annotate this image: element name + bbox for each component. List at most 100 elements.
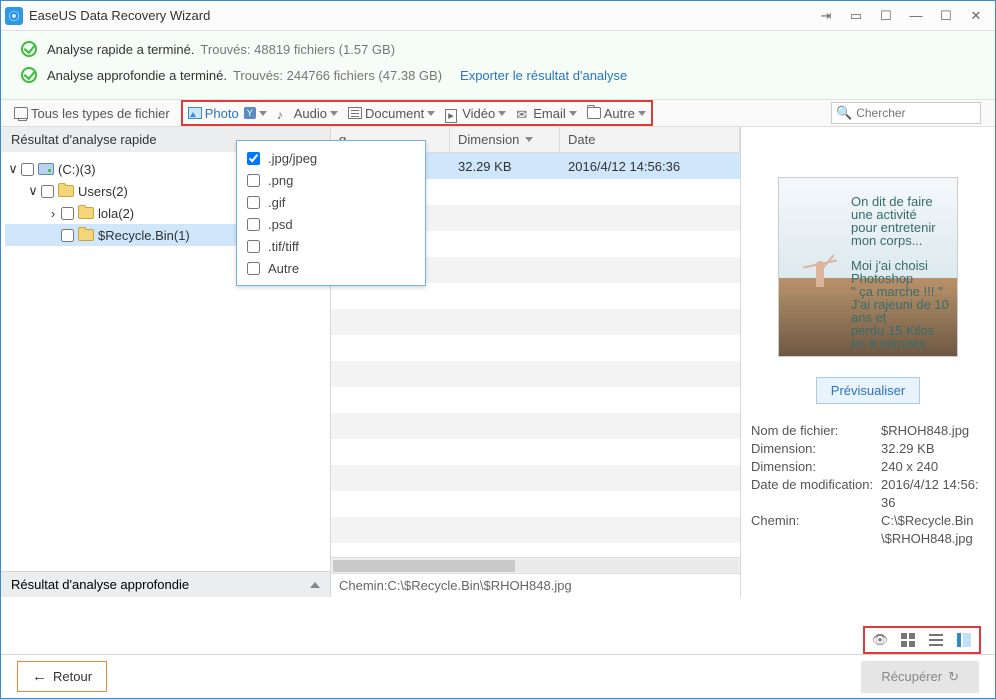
arrow-left-icon: ← bbox=[32, 668, 47, 685]
meta-val-filename: $RHOH848.jpg bbox=[881, 422, 985, 440]
filter-all[interactable]: Tous les types de fichier bbox=[9, 102, 175, 124]
collapse-icon[interactable]: ∨ bbox=[27, 185, 39, 197]
expand-spacer bbox=[47, 229, 59, 241]
settings-icon[interactable]: ☐ bbox=[871, 1, 901, 31]
preview-panel: On dit de faire une activité pour entret… bbox=[741, 127, 995, 597]
dropdown-item-tif[interactable]: .tif/tiff bbox=[247, 235, 415, 257]
meta-val-dimensions: 240 x 240 bbox=[881, 458, 985, 476]
col-header-date[interactable]: Date bbox=[560, 127, 740, 152]
dropdown-checkbox[interactable] bbox=[247, 240, 260, 253]
dropdown-item-other[interactable]: Autre bbox=[247, 257, 415, 279]
filter-photo[interactable]: Photo Y bbox=[183, 102, 272, 124]
preview-caption: On dit de faire une activité pour entret… bbox=[851, 196, 949, 351]
file-type-filter-bar: Tous les types de fichier Photo Y Audio … bbox=[1, 99, 995, 127]
view-detail-icon[interactable] bbox=[955, 632, 973, 648]
cell-dimension: 32.29 KB bbox=[450, 159, 560, 174]
filter-other[interactable]: Autre bbox=[582, 102, 651, 124]
quick-scan-summary-row: Analyse rapide a terminé. Trouvés: 48819… bbox=[21, 41, 981, 57]
dropdown-checkbox[interactable] bbox=[247, 262, 260, 275]
filter-active-icon: Y bbox=[244, 107, 256, 119]
document-icon bbox=[348, 107, 362, 119]
meta-key-path: Chemin: bbox=[751, 512, 881, 548]
search-icon: 🔍 bbox=[836, 105, 852, 121]
tree-label-lola: lola(2) bbox=[98, 206, 134, 221]
minimize-button[interactable]: — bbox=[901, 1, 931, 31]
deep-results-header[interactable]: Résultat d'analyse approfondie bbox=[1, 571, 330, 597]
view-grid-icon[interactable] bbox=[899, 632, 917, 648]
filter-video[interactable]: Vidéo bbox=[440, 102, 511, 124]
tree-label-users: Users(2) bbox=[78, 184, 128, 199]
back-label: Retour bbox=[53, 669, 92, 684]
export-results-link[interactable]: Exporter le résultat d'analyse bbox=[460, 68, 627, 83]
tree-checkbox[interactable] bbox=[61, 229, 74, 242]
chevron-down-icon bbox=[259, 111, 267, 116]
dropdown-checkbox[interactable] bbox=[247, 174, 260, 187]
feedback-icon[interactable]: ▭ bbox=[841, 1, 871, 31]
tree-checkbox[interactable] bbox=[21, 163, 34, 176]
tree-label-drive: (C:)(3) bbox=[58, 162, 96, 177]
view-preview-icon[interactable] bbox=[871, 632, 889, 648]
path-value: C:\$Recycle.Bin\$RHOH848.jpg bbox=[387, 578, 571, 593]
chevron-down-icon bbox=[330, 111, 338, 116]
email-icon bbox=[516, 107, 530, 119]
meta-key-dimensions: Dimension: bbox=[751, 458, 881, 476]
meta-key-modified: Date de modification: bbox=[751, 476, 881, 512]
folder-icon bbox=[587, 107, 601, 119]
main-area: Résultat d'analyse rapide ∨ (C:)(3) ∨ Us… bbox=[1, 127, 995, 597]
preview-button[interactable]: Prévisualiser bbox=[816, 377, 920, 404]
filter-other-label: Autre bbox=[604, 106, 635, 121]
dropdown-checkbox[interactable] bbox=[247, 196, 260, 209]
recover-icon: ↻ bbox=[948, 669, 959, 685]
checkmark-icon bbox=[21, 41, 37, 57]
quick-scan-label: Analyse rapide a terminé. bbox=[47, 42, 194, 57]
expand-icon[interactable]: › bbox=[47, 207, 59, 219]
filter-document[interactable]: Document bbox=[343, 102, 440, 124]
deep-results-label: Résultat d'analyse approfondie bbox=[11, 577, 189, 592]
checkmark-icon bbox=[21, 67, 37, 83]
chevron-down-icon bbox=[427, 111, 435, 116]
tree-checkbox[interactable] bbox=[61, 207, 74, 220]
recover-label: Récupérer bbox=[881, 669, 942, 684]
dropdown-item-png[interactable]: .png bbox=[247, 169, 415, 191]
footer-bar: ← Retour Récupérer ↻ bbox=[1, 654, 995, 698]
chevron-down-icon bbox=[569, 111, 577, 116]
filter-all-label: Tous les types de fichier bbox=[31, 106, 170, 121]
app-logo-icon: ⦿ bbox=[5, 7, 23, 25]
deep-scan-found: Trouvés: 244766 fichiers (47.38 GB) bbox=[233, 68, 442, 83]
path-prefix: Chemin: bbox=[339, 578, 387, 593]
chevron-down-icon bbox=[498, 111, 506, 116]
scrollbar-thumb[interactable] bbox=[333, 560, 515, 572]
chevron-up-icon bbox=[310, 582, 320, 588]
meta-val-modified: 2016/4/12 14:56:36 bbox=[881, 476, 985, 512]
view-list-icon[interactable] bbox=[927, 632, 945, 648]
app-title: EaseUS Data Recovery Wizard bbox=[29, 8, 210, 23]
filter-audio-label: Audio bbox=[294, 106, 327, 121]
dropdown-item-psd[interactable]: .psd bbox=[247, 213, 415, 235]
photo-filter-dropdown: .jpg/jpeg .png .gif .psd .tif/tiff Autre bbox=[236, 140, 426, 286]
video-icon bbox=[445, 107, 459, 119]
dropdown-checkbox[interactable] bbox=[247, 152, 260, 165]
filter-audio[interactable]: Audio bbox=[272, 102, 343, 124]
collapse-icon[interactable]: ∨ bbox=[7, 163, 19, 175]
dropdown-item-jpg[interactable]: .jpg/jpeg bbox=[247, 147, 415, 169]
dropdown-item-gif[interactable]: .gif bbox=[247, 191, 415, 213]
horizontal-scrollbar[interactable] bbox=[331, 557, 740, 573]
cell-date: 2016/4/12 14:56:36 bbox=[560, 159, 740, 174]
close-button[interactable]: ✕ bbox=[961, 1, 991, 31]
filter-photo-label: Photo bbox=[205, 106, 239, 121]
folder-icon bbox=[78, 229, 94, 241]
meta-key-filename: Nom de fichier: bbox=[751, 422, 881, 440]
filter-email[interactable]: Email bbox=[511, 102, 582, 124]
search-box[interactable]: 🔍 bbox=[831, 102, 981, 124]
filter-email-label: Email bbox=[533, 106, 566, 121]
search-input[interactable] bbox=[856, 106, 966, 120]
tree-checkbox[interactable] bbox=[41, 185, 54, 198]
filter-video-label: Vidéo bbox=[462, 106, 495, 121]
maximize-button[interactable]: ☐ bbox=[931, 1, 961, 31]
col-header-dimension[interactable]: Dimension bbox=[450, 127, 560, 152]
highlighted-filter-group: Photo Y Audio Document Vidéo Email Autre bbox=[181, 100, 653, 126]
back-button[interactable]: ← Retour bbox=[17, 661, 107, 692]
recover-button[interactable]: Récupérer ↻ bbox=[861, 661, 979, 693]
dropdown-checkbox[interactable] bbox=[247, 218, 260, 231]
share-icon[interactable]: ⇥ bbox=[811, 1, 841, 31]
